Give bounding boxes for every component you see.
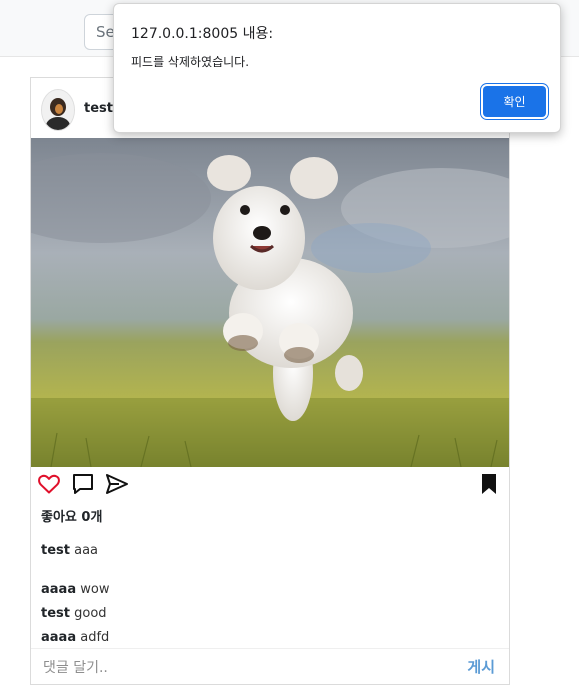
feed-actions: [31, 470, 509, 500]
alert-dialog: 127.0.0.1:8005 내용: 피드를 삭제하였습니다. 확인: [113, 3, 561, 133]
comment-username[interactable]: test: [41, 606, 70, 621]
dialog-title: 127.0.0.1:8005 내용:: [131, 26, 274, 42]
ok-button[interactable]: 확인: [483, 86, 546, 117]
comment-text: adfd: [80, 630, 110, 645]
comment-text: wow: [80, 582, 110, 597]
dialog-message: 피드를 삭제하였습니다.: [131, 55, 250, 69]
feed-image: [31, 138, 509, 467]
feed-card: test 좋아요 0개 test aaa aaaa wow test good …: [30, 77, 510, 685]
comment-item: test good: [41, 606, 107, 621]
comment-item: aaaa adfd: [41, 630, 109, 645]
heart-icon[interactable]: [37, 472, 61, 496]
comment-input[interactable]: [41, 655, 445, 681]
comment-item: aaaa wow: [41, 582, 109, 597]
bookmark-icon[interactable]: [477, 472, 501, 496]
feed-username[interactable]: test: [84, 101, 113, 116]
feed-caption: test aaa: [41, 543, 98, 558]
caption-text: aaa: [74, 543, 99, 558]
likes-count: 좋아요 0개: [41, 510, 103, 525]
comment-icon[interactable]: [71, 472, 95, 496]
send-icon[interactable]: [105, 472, 129, 496]
caption-username[interactable]: test: [41, 543, 70, 558]
post-comment-button[interactable]: 게시: [467, 656, 495, 677]
avatar[interactable]: [41, 89, 75, 131]
comment-username[interactable]: aaaa: [41, 582, 76, 597]
comment-username[interactable]: aaaa: [41, 630, 76, 645]
comment-text: good: [74, 606, 107, 621]
comment-input-row: 게시: [31, 648, 509, 685]
